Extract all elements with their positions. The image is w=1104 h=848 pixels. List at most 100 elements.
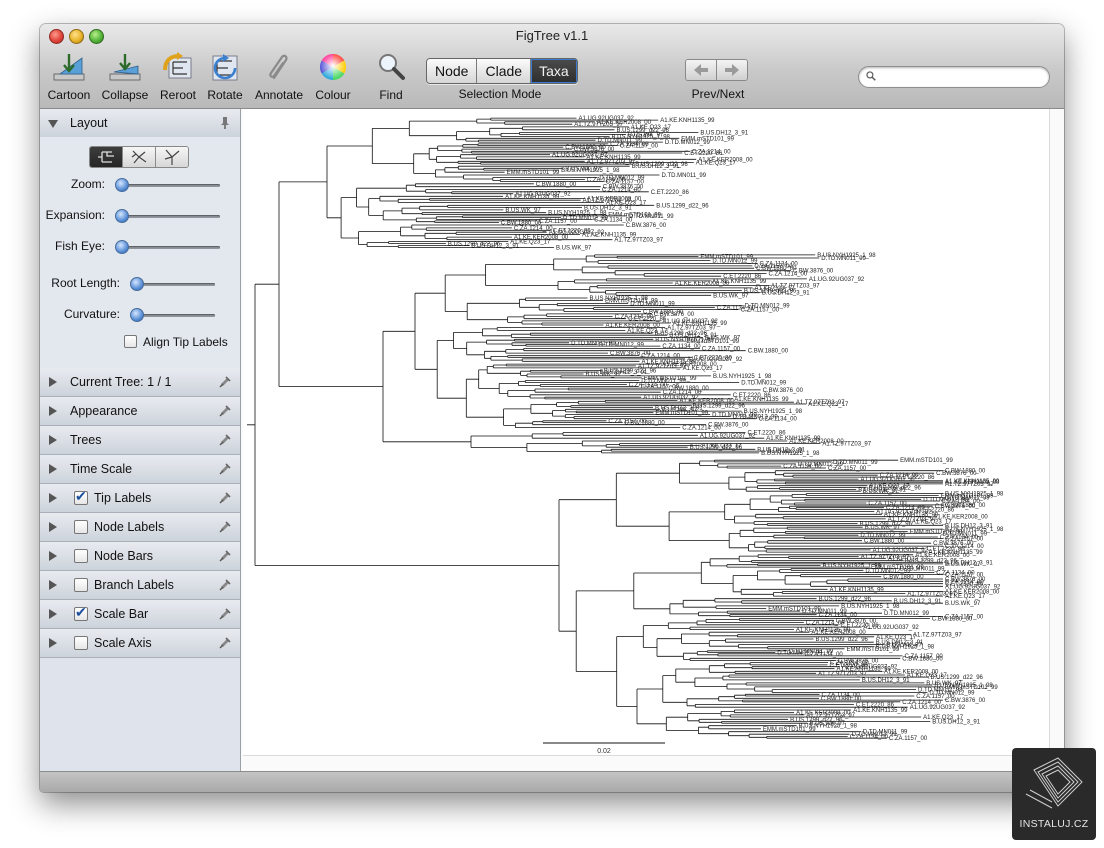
tip-label[interactable]: EMM.mSTD101_99 <box>900 458 953 464</box>
section-trees-header[interactable]: Trees <box>40 426 240 455</box>
tip-label[interactable]: B.US.1299_d22_96 <box>816 637 869 643</box>
tip-label[interactable]: B.US.WK_97 <box>945 562 981 568</box>
tip-label[interactable]: A1.KE.KNH1135_99 <box>853 708 908 714</box>
section-node-bars-header[interactable]: Node Bars <box>40 542 240 571</box>
tip-label[interactable]: C.ET.2220_86 <box>628 317 667 323</box>
radial-layout-button[interactable] <box>156 147 188 167</box>
tip-label[interactable]: EMM.mSTD101_99 <box>655 411 708 417</box>
section-current-tree-1-1-header[interactable]: Current Tree: 1 / 1 <box>40 368 240 397</box>
tip-label[interactable]: C.BW.1880_00 <box>748 349 789 355</box>
tip-label[interactable]: C.BW.3876_00 <box>936 471 977 477</box>
disclosure-closed-icon[interactable] <box>49 551 57 561</box>
section-enable-checkbox[interactable] <box>74 520 88 534</box>
search-field[interactable] <box>858 66 1050 88</box>
selection-clade-button[interactable]: Clade <box>477 59 532 83</box>
pin-icon[interactable] <box>218 462 232 476</box>
section-appearance-header[interactable]: Appearance <box>40 397 240 426</box>
tip-label[interactable]: C.ZA.1134_00 <box>783 464 822 470</box>
disclosure-closed-icon[interactable] <box>49 522 57 532</box>
slider-track[interactable] <box>120 184 220 187</box>
tip-label[interactable]: EMM.mSTD101_99 <box>763 727 816 733</box>
cartoon-button[interactable]: Cartoon <box>45 52 93 104</box>
disclosure-open-icon[interactable] <box>48 120 58 128</box>
disclosure-closed-icon[interactable] <box>49 464 57 474</box>
tip-label[interactable]: A1.TZ.97TZ03_97 <box>945 482 994 488</box>
curvature-slider[interactable]: Curvature: <box>40 305 240 325</box>
tip-label[interactable]: C.BW.1880_00 <box>864 539 905 545</box>
slider-knob[interactable] <box>115 209 129 223</box>
tip-label[interactable]: A1.UG.92UG037_92 <box>861 477 917 483</box>
fish-eye-slider[interactable]: Fish Eye: <box>40 237 240 257</box>
tip-label[interactable]: C.ZA.1134_00 <box>759 417 798 423</box>
annotate-button[interactable]: Annotate <box>252 52 306 104</box>
section-branch-labels-header[interactable]: Branch Labels <box>40 571 240 600</box>
tip-label[interactable]: B.US.NYH1925_1_98 <box>761 451 820 457</box>
section-enable-checkbox[interactable] <box>74 604 88 621</box>
pin-icon[interactable] <box>218 404 232 418</box>
tip-label[interactable]: B.US.DH12_3_91 <box>762 291 810 297</box>
tip-label[interactable]: B.US.DH12_3_91 <box>932 719 980 725</box>
tip-label[interactable]: A1.KE.Q23_17 <box>696 161 737 167</box>
tip-label[interactable]: A1.KE.KNH1135_99 <box>830 587 885 593</box>
reroot-button[interactable]: Reroot <box>157 52 199 104</box>
tip-label[interactable]: C.ZA.1134_00 <box>805 652 844 658</box>
tip-label[interactable]: C.ZA.1214_00 <box>806 621 845 627</box>
tip-label[interactable]: C.ZA.1214_00 <box>514 226 553 232</box>
phylogenetic-tree[interactable]: A1.UG.92UG037_92 A1.KE.KNH1135_99A1.KE.KE… <box>243 109 1049 755</box>
tip-label[interactable]: B.US.WK_97 <box>713 293 749 299</box>
tip-label[interactable]: B.US.1299_d22_96 <box>690 445 743 451</box>
tip-label[interactable]: A1.UG.92UG037_92 <box>809 277 865 283</box>
tip-label[interactable]: B.US.1299_d22_96 <box>819 597 872 603</box>
tip-label[interactable]: B.US.DH12_3_91 <box>632 164 680 170</box>
tip-label[interactable]: C.BW.1880_00 <box>536 182 577 188</box>
tip-label[interactable]: B.US.WK_97 <box>586 372 622 378</box>
section-enable-checkbox[interactable] <box>74 488 88 505</box>
tip-label[interactable]: A1.TZ.97TZ03_97 <box>614 238 663 244</box>
section-enable-checkbox[interactable] <box>74 636 88 650</box>
section-tip-labels-header[interactable]: Tip Labels <box>40 484 240 513</box>
tip-label[interactable]: B.US.DH12_3_91 <box>471 244 519 250</box>
tip-label[interactable]: B.US.NYH1925_1_98 <box>713 374 772 380</box>
tip-label[interactable]: B.US.DH12_3_91 <box>894 599 942 605</box>
tip-label[interactable]: A1.KE.KNH1135_99 <box>734 397 789 403</box>
tip-label[interactable]: A1.UG.92UG037_92 <box>700 433 756 439</box>
tip-label[interactable]: A1.KE.KER2008_00 <box>811 630 866 636</box>
disclosure-closed-icon[interactable] <box>49 638 57 648</box>
tip-label[interactable]: A1.TZ.97TZ03_97 <box>913 633 962 639</box>
tip-label[interactable]: C.ZA.1214_00 <box>769 272 808 278</box>
tip-label[interactable]: B.US.DH12_3_91 <box>862 678 910 684</box>
disclosure-closed-icon[interactable] <box>49 609 57 619</box>
tip-label[interactable]: C.ZA.1157_00 <box>828 466 867 472</box>
prev-button[interactable] <box>686 60 717 80</box>
tip-label[interactable]: B.US.WK_97 <box>505 208 541 214</box>
tip-label[interactable]: A1.KE.Q23_17 <box>808 402 849 408</box>
tip-label[interactable]: C.BW.1880_00 <box>932 617 973 623</box>
pin-icon[interactable] <box>218 520 232 534</box>
slider-knob[interactable] <box>115 178 129 192</box>
disclosure-closed-icon[interactable] <box>49 377 57 387</box>
tip-label[interactable]: B.US.NYH1925_1_98 <box>841 604 900 610</box>
tip-label[interactable]: C.BW.1880_00 <box>821 696 862 702</box>
tip-label[interactable]: A1.KE.KNH1135_99 <box>505 194 560 200</box>
tip-label[interactable]: C.BW.1880_00 <box>624 421 665 427</box>
tip-label[interactable]: D.TD.MN012_99 <box>712 259 758 265</box>
disclosure-closed-icon[interactable] <box>49 493 57 503</box>
slider-track[interactable] <box>135 314 215 317</box>
tip-label[interactable]: D.TD.MN012_99 <box>599 342 645 348</box>
root-length-slider[interactable]: Root Length: <box>40 274 240 294</box>
tip-label[interactable]: B.US.WK_97 <box>865 525 901 531</box>
tip-label[interactable]: A1.KE.Q23_17 <box>945 594 986 600</box>
tip-label[interactable]: D.TD.MN011_99 <box>629 214 674 220</box>
pin-icon[interactable] <box>218 549 232 563</box>
slider-track[interactable] <box>120 246 220 249</box>
section-scale-bar-header[interactable]: Scale Bar <box>40 600 240 629</box>
tip-label[interactable]: C.ZA.1157_00 <box>620 144 659 150</box>
tip-label[interactable]: B.US.WK_97 <box>945 601 981 607</box>
slider-knob[interactable] <box>130 308 144 322</box>
tip-label[interactable]: C.ZA.1157_00 <box>741 308 780 314</box>
section-node-labels-header[interactable]: Node Labels <box>40 513 240 542</box>
disclosure-closed-icon[interactable] <box>49 435 57 445</box>
tip-label[interactable]: C.ZA.1157_00 <box>889 736 928 742</box>
tip-label[interactable]: A1.UG.92UG037_92 <box>910 705 966 711</box>
tip-label[interactable]: C.BW.1880_00 <box>883 575 924 581</box>
